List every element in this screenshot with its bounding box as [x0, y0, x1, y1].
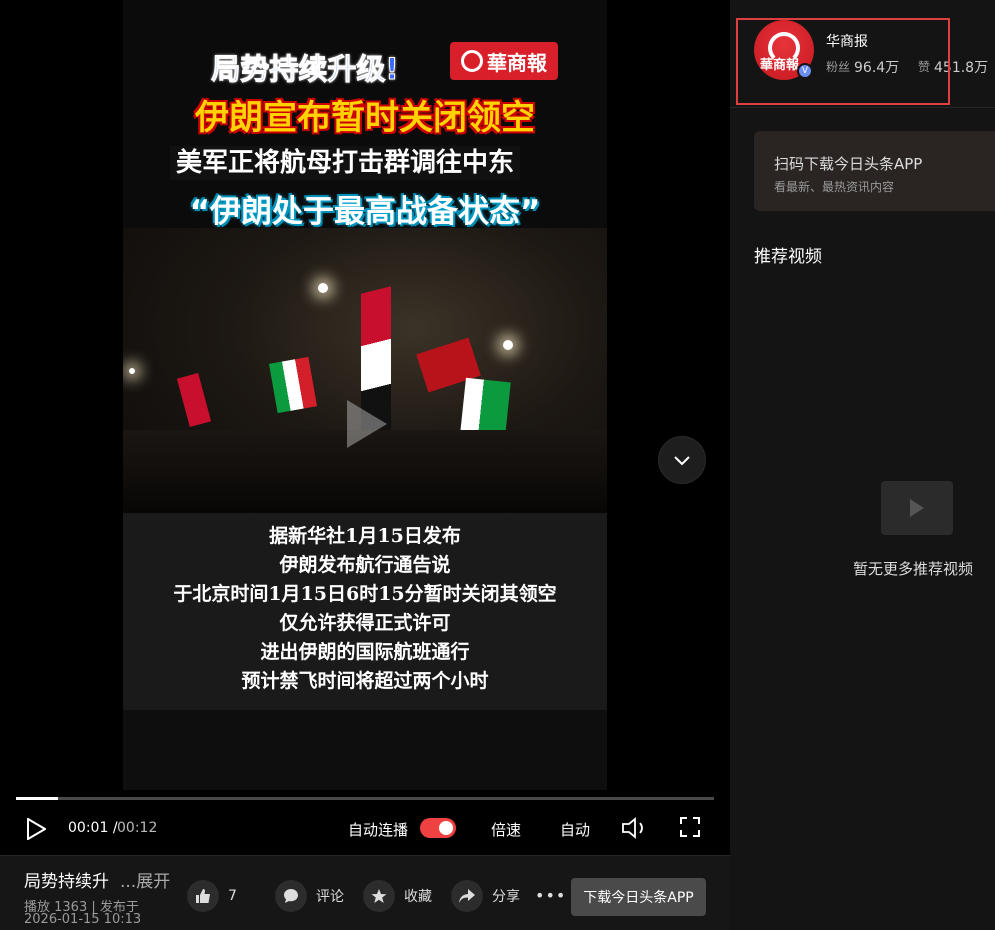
progress-bar[interactable]	[16, 797, 714, 800]
share-button[interactable]: 分享	[451, 880, 520, 912]
video-frame[interactable]: 局势持续升级! 華商報 伊朗宣布暂时关闭领空 美军正将航母打击群调往中东 “伊朗…	[123, 0, 607, 790]
toggle-knob	[439, 821, 453, 835]
video-headline: “伊朗处于最高战备状态”	[189, 194, 541, 230]
scroll-down-button[interactable]	[658, 436, 706, 484]
video-title: 局势持续升	[24, 872, 109, 892]
crowd-silhouette	[123, 430, 607, 515]
street-light	[129, 368, 135, 374]
app-card-title: 扫码下载今日头条APP	[774, 155, 923, 173]
comment-label: 评论	[316, 889, 344, 905]
flag-image	[268, 356, 318, 414]
app-card-subtitle: 看最新、最热资讯内容	[774, 180, 895, 194]
like-button[interactable]: 7	[187, 880, 237, 912]
video-headline: 伊朗宣布暂时关闭领空	[195, 98, 535, 138]
download-app-button[interactable]: 下载今日头条APP	[571, 878, 706, 916]
highlight-box	[736, 18, 950, 105]
comment-icon	[275, 880, 307, 912]
caption-line: 预计禁飞时间将超过两个小时	[241, 670, 489, 692]
street-light	[503, 340, 513, 350]
empty-message: 暂无更多推荐视频	[853, 560, 974, 578]
publisher-logo: 華商報	[450, 42, 558, 80]
video-headline: 美军正将航母打击群调往中东	[123, 142, 587, 180]
caption-line: 进出伊朗的国际航班通行	[260, 641, 470, 663]
logo-text: 華商報	[487, 50, 547, 75]
volume-icon[interactable]	[622, 817, 648, 839]
progress-fill	[16, 797, 58, 800]
video-info-bar: 局势持续升 ...展开 播放 1363 | 发布于 2026-01-15 10:…	[0, 855, 730, 930]
recommended-title: 推荐视频	[754, 247, 822, 267]
share-label: 分享	[492, 889, 520, 905]
caption-lines: 据新华社1月15日发布 伊朗发布航行通告说 于北京时间1月15日6时15分暂时关…	[123, 522, 607, 696]
video-placeholder-icon	[881, 481, 953, 535]
video-headline-text: 美军正将航母打击群调往中东	[169, 146, 520, 180]
like-icon	[187, 880, 219, 912]
caption-line: 于北京时间1月15日6时15分暂时关闭其领空	[173, 583, 557, 605]
chevron-down-icon	[674, 456, 690, 466]
sidebar: 華商報 V 华商报 粉丝 96.4万 赞 451.8万 扫码下载今日头条APP …	[730, 0, 995, 930]
star-icon	[363, 880, 395, 912]
play-icon[interactable]	[26, 818, 46, 840]
autoplay-toggle[interactable]	[420, 818, 456, 838]
share-icon	[451, 880, 483, 912]
video-player[interactable]: 局势持续升级! 華商報 伊朗宣布暂时关闭领空 美军正将航母打击群调往中东 “伊朗…	[0, 0, 730, 855]
like-count: 7	[228, 888, 237, 904]
more-icon[interactable]: •••	[535, 886, 566, 905]
autoplay-label: 自动连播	[348, 821, 409, 839]
author-card: 華商報 V 华商报 粉丝 96.4万 赞 451.8万	[730, 0, 995, 108]
signal-icon	[461, 50, 483, 72]
quality-button[interactable]: 自动	[560, 819, 590, 840]
publish-time: 2026-01-15 10:13	[24, 912, 142, 927]
play-icon	[910, 499, 924, 517]
caption-line: 伊朗发布航行通告说	[279, 554, 451, 576]
comment-button[interactable]: 评论	[275, 880, 344, 912]
collect-label: 收藏	[404, 889, 432, 905]
caption-line: 据新华社1月15日发布	[269, 525, 461, 547]
collect-button[interactable]: 收藏	[363, 880, 432, 912]
app-download-card[interactable]: 扫码下载今日头条APP 看最新、最热资讯内容	[754, 131, 995, 211]
fullscreen-icon[interactable]	[680, 817, 700, 837]
flag-image	[460, 377, 511, 438]
street-light	[318, 283, 328, 293]
speed-button[interactable]: 倍速	[491, 819, 521, 840]
current-time: 00:01 /	[68, 820, 118, 836]
video-bottom	[123, 710, 607, 790]
caption-line: 仅允许获得正式许可	[279, 612, 451, 634]
expand-link[interactable]: ...展开	[120, 867, 170, 892]
total-time: 00:12	[117, 820, 158, 836]
player-controls: 00:01 / 00:12 自动连播 倍速 自动	[0, 805, 730, 850]
